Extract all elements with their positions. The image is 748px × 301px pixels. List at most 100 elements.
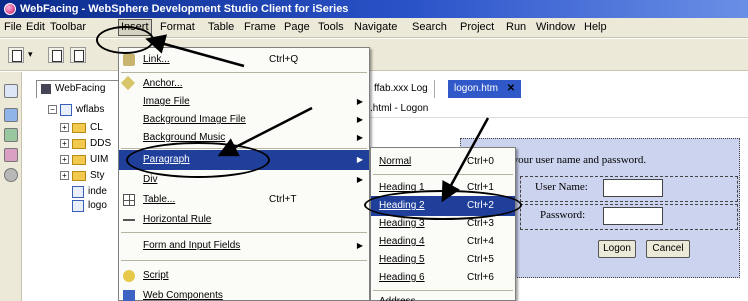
file-breadcrumb: .html - Logon xyxy=(368,100,748,118)
save-icon[interactable] xyxy=(48,47,64,63)
shortcut: Ctrl+6 xyxy=(467,272,494,283)
page-icon xyxy=(72,186,84,198)
logon-button[interactable]: Logon xyxy=(598,240,636,258)
annotation-oval-insert xyxy=(96,26,154,54)
submenu-arrow-icon: ▶ xyxy=(356,155,363,164)
paragraph-submenu: Normal Ctrl+0 Heading 1 Ctrl+1 Heading 2… xyxy=(370,147,516,301)
shortcut: Ctrl+4 xyxy=(467,236,494,247)
web-components-icon xyxy=(123,290,135,301)
new-dropdown-icon[interactable]: ▾ xyxy=(28,49,38,65)
shortcut: Ctrl+T xyxy=(269,194,297,205)
menu-item-image-file[interactable]: Image File ▶ xyxy=(119,92,369,112)
title-bar: WebFacing - WebSphere Development Studio… xyxy=(0,0,748,18)
folder-icon xyxy=(72,155,86,165)
menu-separator xyxy=(373,174,513,175)
menu-run[interactable]: Run xyxy=(506,21,526,33)
annotation-oval-paragraph xyxy=(126,142,270,178)
table-icon xyxy=(123,194,135,206)
tree-label: logo xyxy=(88,200,107,211)
menu-item-horizontal-rule[interactable]: Horizontal Rule xyxy=(119,210,369,230)
tree-label: CL xyxy=(90,122,103,133)
menu-separator xyxy=(121,260,367,261)
menu-item-script[interactable]: Script xyxy=(119,266,369,286)
password-field[interactable] xyxy=(603,207,663,225)
submenu-arrow-icon: ▶ xyxy=(356,133,363,142)
tasks-icon[interactable] xyxy=(4,148,18,162)
menu-file[interactable]: File xyxy=(4,21,22,33)
folder-icon xyxy=(72,171,86,181)
menu-item-address[interactable]: Address xyxy=(371,292,515,301)
tab-log[interactable]: ffab.xxx Log xyxy=(368,80,435,98)
submenu-arrow-icon: ▶ xyxy=(356,175,363,184)
menu-separator xyxy=(373,290,513,291)
user-name-field[interactable] xyxy=(603,179,663,197)
link-icon xyxy=(123,54,135,66)
save-all-icon[interactable] xyxy=(70,47,86,63)
menu-item-background-image[interactable]: Background Image File ▶ xyxy=(119,110,369,130)
menu-tools[interactable]: Tools xyxy=(318,21,344,33)
menu-help[interactable]: Help xyxy=(584,21,607,33)
menu-project[interactable]: Project xyxy=(460,21,494,33)
folder-icon xyxy=(72,139,86,149)
project-icon xyxy=(60,104,72,116)
menu-page[interactable]: Page xyxy=(284,21,310,33)
perspective-rail xyxy=(0,72,22,301)
menu-item-web-components[interactable]: Web Components xyxy=(119,286,369,301)
menu-item-form-fields[interactable]: Form and Input Fields ▶ xyxy=(119,236,369,256)
tab-log-label: ffab.xxx Log xyxy=(374,83,428,94)
tree-label: wflabs xyxy=(76,104,105,115)
menu-item-heading-6[interactable]: Heading 6 Ctrl+6 xyxy=(371,268,515,288)
expand-icon[interactable]: + xyxy=(60,171,69,180)
tree-label: inde xyxy=(88,186,107,197)
properties-icon[interactable] xyxy=(4,168,18,182)
anchor-icon xyxy=(120,75,136,91)
menu-item-heading-5[interactable]: Heading 5 Ctrl+5 xyxy=(371,250,515,270)
shortcut: Ctrl+5 xyxy=(467,254,494,265)
webfacing-tab-icon xyxy=(41,84,51,94)
menu-format[interactable]: Format xyxy=(160,21,195,33)
navigator-icon[interactable] xyxy=(4,108,18,122)
expand-icon[interactable]: + xyxy=(60,123,69,132)
app-globe-icon xyxy=(4,3,16,15)
outline-icon[interactable] xyxy=(4,128,18,142)
menu-item-anchor[interactable]: Anchor... xyxy=(119,74,369,94)
rule-icon xyxy=(123,219,135,221)
folder-icon xyxy=(72,123,86,133)
menu-item-heading-4[interactable]: Heading 4 Ctrl+4 xyxy=(371,232,515,252)
menu-table[interactable]: Table xyxy=(208,21,234,33)
new-file-icon[interactable] xyxy=(8,47,24,63)
menu-search[interactable]: Search xyxy=(412,21,447,33)
shortcut: Ctrl+Q xyxy=(269,54,299,65)
submenu-arrow-icon: ▶ xyxy=(356,115,363,124)
cancel-button[interactable]: Cancel xyxy=(646,240,690,258)
tree-label: Sty xyxy=(90,170,105,181)
close-tab-icon[interactable]: ✕ xyxy=(507,83,515,94)
menu-item-normal[interactable]: Normal Ctrl+0 xyxy=(371,152,515,172)
menu-navigate[interactable]: Navigate xyxy=(354,21,397,33)
password-label: Password: xyxy=(540,209,586,221)
menu-separator xyxy=(121,232,367,233)
annotation-oval-heading2 xyxy=(364,190,522,220)
expand-icon[interactable]: + xyxy=(60,155,69,164)
tab-webfacing-label: WebFacing xyxy=(55,83,106,94)
menu-window[interactable]: Window xyxy=(536,21,575,33)
submenu-arrow-icon: ▶ xyxy=(356,241,363,250)
shortcut: Ctrl+0 xyxy=(467,156,494,167)
perspective-icon[interactable] xyxy=(4,84,18,98)
submenu-arrow-icon: ▶ xyxy=(356,97,363,106)
tree-label: UIM xyxy=(90,154,109,165)
menu-edit[interactable]: Edit xyxy=(26,21,45,33)
tab-logon[interactable]: logon.htm ✕ xyxy=(448,80,522,98)
menu-item-link[interactable]: Link... Ctrl+Q xyxy=(119,50,369,70)
window-title: WebFacing - WebSphere Development Studio… xyxy=(20,3,349,15)
tree-label: DDS xyxy=(90,138,112,149)
menu-toolbar[interactable]: Toolbar xyxy=(50,21,86,33)
expand-icon[interactable]: + xyxy=(60,139,69,148)
menu-item-table[interactable]: Table... Ctrl+T xyxy=(119,190,369,210)
tab-webfacing[interactable]: WebFacing xyxy=(36,80,126,98)
menu-separator xyxy=(121,72,367,73)
collapse-icon[interactable]: − xyxy=(48,105,57,114)
user-name-label: User Name: xyxy=(535,181,588,193)
tab-logon-label: logon.htm xyxy=(454,83,498,94)
menu-frame[interactable]: Frame xyxy=(244,21,276,33)
